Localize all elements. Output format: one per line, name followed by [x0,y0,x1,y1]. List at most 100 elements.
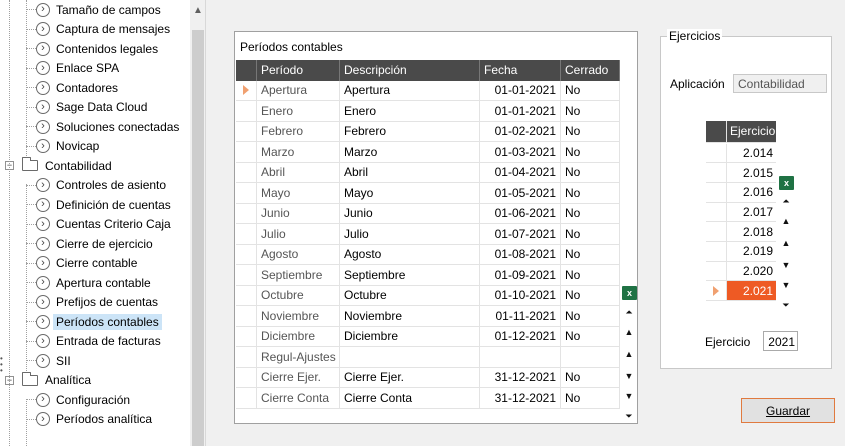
table-cell[interactable]: Abril [257,162,340,182]
prev-record-icon[interactable]: ▲ [778,233,794,253]
table-row[interactable]: 2.016 [706,182,776,203]
table-row[interactable]: Marzo Marzo 01-03-2021 No [236,142,620,163]
table-row[interactable]: 2.020 [706,261,776,282]
next-record-icon[interactable]: ▼ [778,255,794,275]
prev-page-icon[interactable]: ▲ [621,322,637,342]
tree-item[interactable]: Períodos contables [26,312,162,331]
tree-item[interactable]: Períodos analítica [26,410,155,429]
table-cell[interactable]: 01-01-2021 [480,101,561,121]
table-cell[interactable]: Noviembre [340,306,480,326]
tree-item[interactable]: − Contabilidad [5,156,115,175]
table-cell[interactable]: 31-12-2021 [480,388,561,408]
next-record-icon[interactable]: ▼ [621,366,637,386]
table-cell[interactable]: Cierre Conta [340,388,480,408]
table-row[interactable]: Septiembre Septiembre 01-09-2021 No [236,265,620,286]
table-cell[interactable]: 2.020 [727,262,776,281]
table-cell[interactable]: 2.016 [727,183,776,202]
table-cell[interactable]: Febrero [340,121,480,141]
tree-item[interactable]: Cuentas Criterio Caja [26,215,174,234]
table-cell[interactable]: No [561,80,620,100]
table-cell[interactable]: Enero [340,101,480,121]
table-cell[interactable]: 01-04-2021 [480,162,561,182]
table-cell[interactable]: Mayo [340,183,480,203]
table-cell[interactable]: No [561,121,620,141]
column-fecha[interactable]: Fecha [480,60,561,81]
table-row[interactable]: 2.021 [706,281,776,302]
table-cell[interactable]: Cierre Ejer. [257,367,340,387]
tree-item[interactable]: Cierre contable [26,254,140,273]
table-cell[interactable]: Regul-Ajustes [257,347,340,367]
table-cell[interactable]: 01-09-2021 [480,265,561,285]
table-cell[interactable]: Noviembre [257,306,340,326]
table-cell[interactable]: 01-02-2021 [480,121,561,141]
table-cell[interactable]: Cierre Ejer. [340,367,480,387]
table-row[interactable]: Cierre Ejer. Cierre Ejer. 31-12-2021 No [236,367,620,388]
table-cell[interactable]: Julio [340,224,480,244]
table-row[interactable]: Abril Abril 01-04-2021 No [236,162,620,183]
excel-export-icon[interactable]: x [779,176,794,190]
table-row[interactable]: Agosto Agosto 01-08-2021 No [236,244,620,265]
tree-item[interactable]: Contadores [26,78,121,97]
table-cell[interactable]: 01-05-2021 [480,183,561,203]
table-cell[interactable]: Agosto [340,244,480,264]
table-cell[interactable]: Octubre [340,285,480,305]
tree-item[interactable]: Apertura contable [26,273,154,292]
excel-export-icon[interactable]: x [622,286,637,300]
table-cell[interactable]: Mayo [257,183,340,203]
table-cell[interactable]: Junio [340,203,480,223]
tree-item[interactable]: Controles de asiento [26,176,169,195]
prev-record-icon[interactable]: ▲ [621,344,637,364]
table-row[interactable]: Febrero Febrero 01-02-2021 No [236,121,620,142]
table-cell[interactable]: Cierre Conta [257,388,340,408]
table-row[interactable]: Octubre Octubre 01-10-2021 No [236,285,620,306]
table-cell[interactable]: 01-06-2021 [480,203,561,223]
table-cell[interactable]: 2.021 [727,281,776,301]
scroll-up-icon[interactable]: ▲ [193,5,203,16]
table-cell[interactable]: Marzo [340,142,480,162]
table-cell[interactable]: Febrero [257,121,340,141]
table-cell[interactable]: No [561,183,620,203]
table-cell[interactable] [480,347,561,367]
table-row[interactable]: 2.015 [706,163,776,183]
table-cell[interactable]: 2.017 [727,203,776,222]
table-cell[interactable]: No [561,306,620,326]
table-cell[interactable]: No [561,388,620,408]
table-row[interactable]: 2.019 [706,242,776,262]
last-record-icon[interactable]: ⏷ [778,295,794,315]
table-cell[interactable]: Diciembre [340,326,480,346]
table-cell[interactable]: Junio [257,203,340,223]
tree-item[interactable]: Captura de mensajes [26,20,173,39]
table-row[interactable]: Enero Enero 01-01-2021 No [236,101,620,122]
table-cell[interactable]: Abril [340,162,480,182]
table-cell[interactable]: 2.018 [727,222,776,241]
table-cell[interactable]: No [561,326,620,346]
table-cell[interactable]: 01-01-2021 [480,80,561,100]
tree-scroll-thumb[interactable] [192,30,204,446]
tree-item[interactable]: Contenidos legales [26,39,161,58]
table-row[interactable]: Regul-Ajustes [236,347,620,368]
next-page-icon[interactable]: ▼ [778,275,794,295]
ejercicio-field[interactable]: 2021 [763,331,798,351]
table-cell[interactable]: No [561,265,620,285]
table-cell[interactable]: Apertura [340,80,480,100]
tree-item[interactable]: Entrada de facturas [26,332,164,351]
table-cell[interactable]: No [561,285,620,305]
table-cell[interactable]: No [561,142,620,162]
table-row[interactable]: 2.017 [706,202,776,223]
table-cell[interactable]: Septiembre [257,265,340,285]
table-cell[interactable]: No [561,203,620,223]
navigation-tree[interactable]: Tamaño de campos Captura de mensajes Conte… [0,0,206,446]
tree-item[interactable]: SII [26,351,74,370]
table-cell[interactable]: 01-12-2021 [480,326,561,346]
table-cell[interactable]: Diciembre [257,326,340,346]
table-cell[interactable]: No [561,244,620,264]
tree-item[interactable]: Configuración [26,390,133,409]
tree-item[interactable]: Cierre de ejercicio [26,234,156,253]
save-button[interactable]: Guardar [741,398,835,423]
table-cell[interactable]: No [561,162,620,182]
table-cell[interactable]: No [561,101,620,121]
table-row[interactable]: Apertura Apertura 01-01-2021 No [236,80,620,101]
tree-scrollbar[interactable]: ▲ [190,0,205,446]
table-row[interactable]: Junio Junio 01-06-2021 No [236,203,620,224]
table-cell[interactable]: Apertura [257,80,340,100]
